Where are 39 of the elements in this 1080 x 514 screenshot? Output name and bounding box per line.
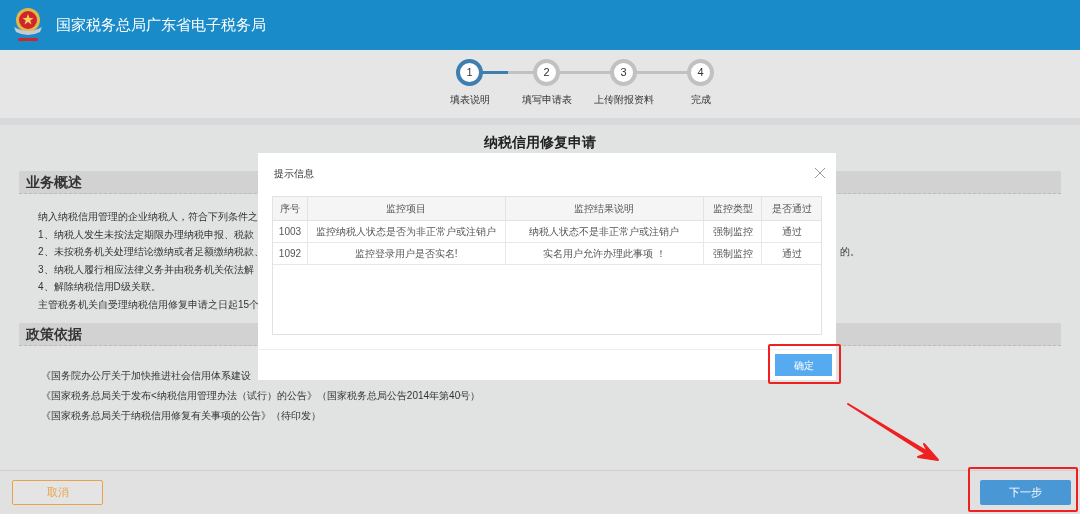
body-text: 4、解除纳税信用D级关联。 <box>38 280 161 294</box>
policy-link-text: 《国务院办公厅关于加快推进社会信用体系建设 <box>41 369 251 383</box>
step-label: 完成 <box>690 93 711 107</box>
step-marker: 3 <box>610 59 637 86</box>
column-header: 监控类型 <box>704 197 763 220</box>
step-label: 填写申请表 <box>521 93 572 107</box>
step-label: 填表说明 <box>449 93 490 107</box>
cancel-button[interactable]: 取消 <box>12 480 103 505</box>
table-cell-text: 通过 <box>780 225 803 239</box>
step-marker: 1 <box>456 59 483 86</box>
column-header: 监控结果说明 <box>505 197 705 220</box>
table-cell: 1092 <box>273 243 308 264</box>
site-title: 国家税务总局广东省电子税务局 <box>56 14 266 35</box>
table-cell: 纳税人状态不是非正常户或注销户 <box>505 221 705 242</box>
step-marker: 2 <box>533 59 560 86</box>
page-title: 纳税信用修复申请 <box>484 133 596 151</box>
table-cell: 监控登录用户是否实名! <box>307 243 506 264</box>
body-text: 纳入纳税信用管理的企业纳税人，符合下列条件之 <box>38 210 258 224</box>
body-text: 3、纳税人履行相应法律义务并由税务机关依法解 <box>38 262 254 277</box>
body-text: 2、未按税务机关处理结论缴纳或者足额缴纳税款、 <box>38 246 264 257</box>
body-text: 1、纳税人发生未按法定期限办理纳税申报、税款 <box>38 227 254 242</box>
body-text: 主管税务机关自受理纳税信用修复申请之日起15个 <box>38 297 260 312</box>
column-header: 序号 <box>273 197 308 220</box>
policy-link-text: 《国家税务总局关于发布<纳税信用管理办法（试行）的公告》（国家税务总局公告2014年第40号） <box>41 389 481 403</box>
close-icon[interactable] <box>814 167 826 179</box>
column-header: 是否通过 <box>770 202 813 216</box>
table-cell: 强制监控 <box>704 243 763 264</box>
column-header: 监控项目 <box>307 197 506 220</box>
step-label: 上传附报资料 <box>593 93 654 107</box>
body-text: 的。 <box>840 245 860 259</box>
table-cell: 监控纳税人状态是否为非正常户或注销户 <box>307 221 506 242</box>
step-marker: 4 <box>687 59 714 86</box>
policy-link-text: 《国家税务总局关于纳税信用修复有关事项的公告》（待印发） <box>41 409 321 423</box>
table-cell: 1003 <box>273 221 308 242</box>
table-cell-text: 通过 <box>780 247 803 261</box>
table-cell: 强制监控 <box>704 221 763 242</box>
next-step-button[interactable]: 下一步 <box>980 480 1071 505</box>
table-cell: 实名用户允许办理此事项 ！ <box>505 243 705 264</box>
confirm-button[interactable]: 确定 <box>775 354 832 376</box>
